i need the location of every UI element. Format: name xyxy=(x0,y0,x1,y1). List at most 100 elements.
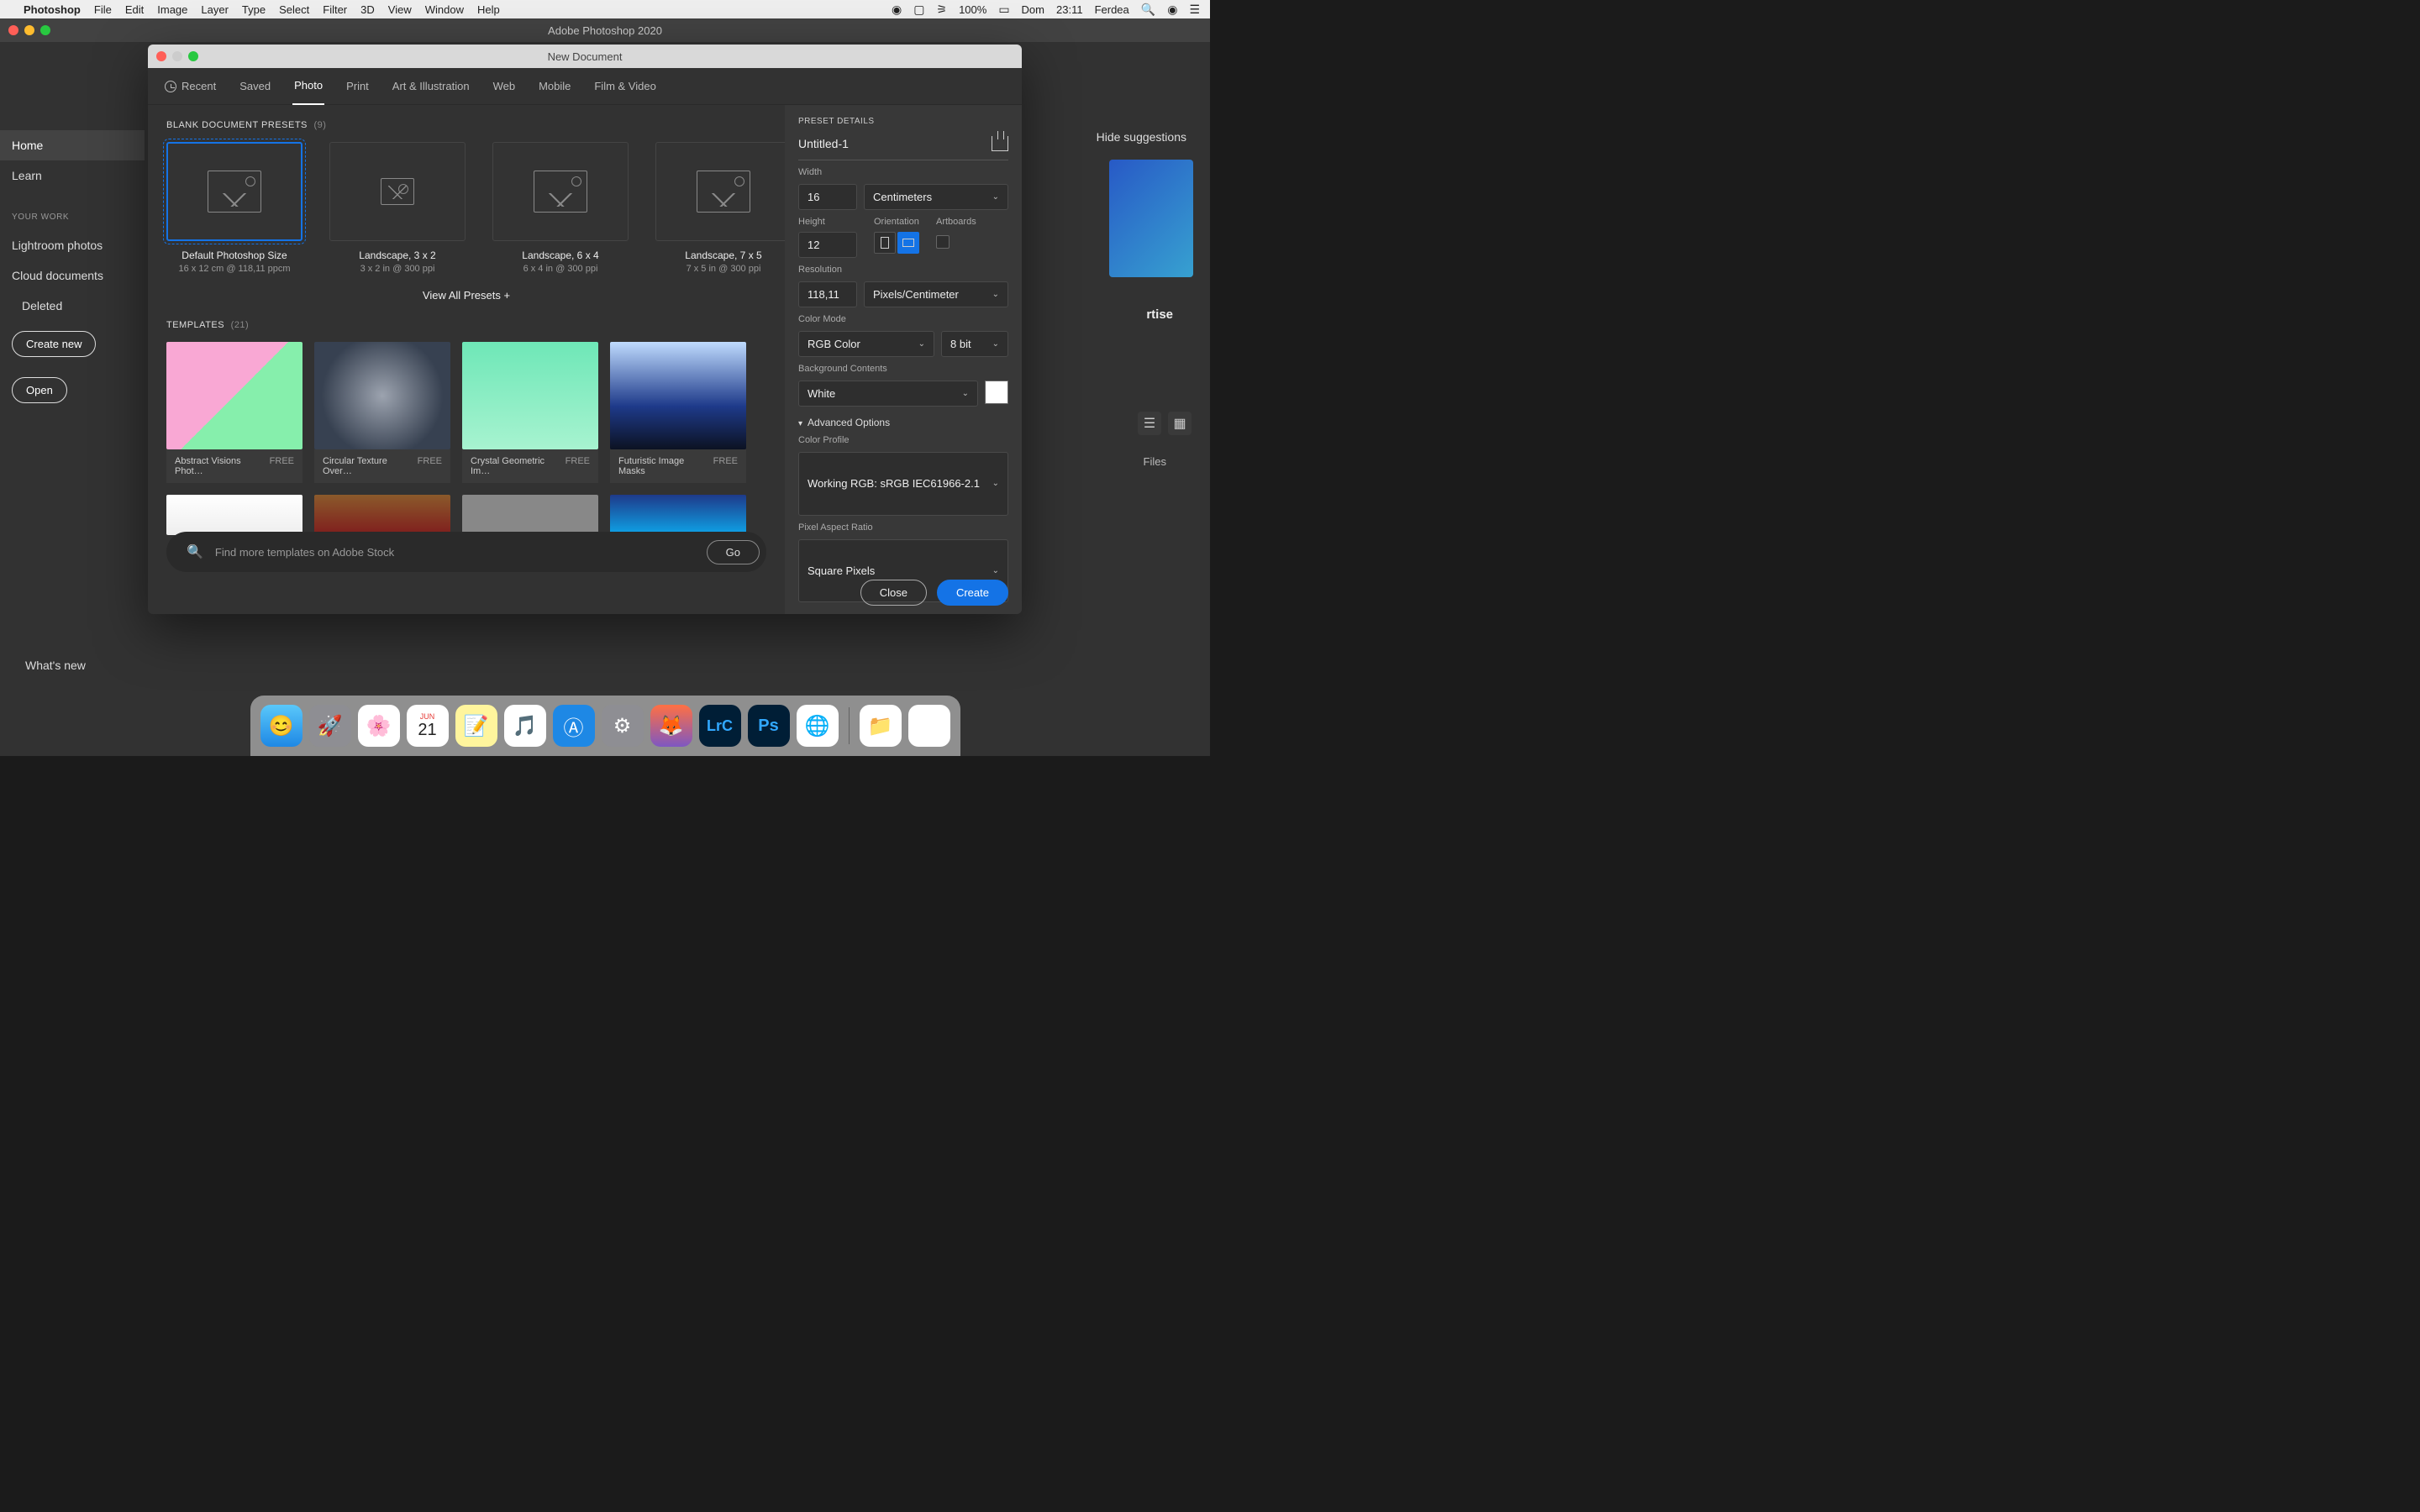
battery-icon[interactable]: ▭ xyxy=(998,3,1009,17)
list-view-icon[interactable]: ☰ xyxy=(1138,412,1161,435)
dock-trash[interactable]: 🗑 xyxy=(908,705,950,747)
tab-saved[interactable]: Saved xyxy=(238,68,272,104)
close-button[interactable]: Close xyxy=(860,580,927,606)
background-select[interactable]: White⌄ xyxy=(798,381,978,407)
tab-print[interactable]: Print xyxy=(345,68,371,104)
template-thumbnail xyxy=(462,495,598,535)
tab-photo[interactable]: Photo xyxy=(292,67,324,105)
sidebar-item-cloud[interactable]: Cloud documents xyxy=(0,260,145,291)
template-circular-texture[interactable]: Circular Texture Over…FREE xyxy=(314,342,450,483)
maximize-window-button[interactable] xyxy=(40,25,50,35)
dialog-tabs: Recent Saved Photo Print Art & Illustrat… xyxy=(148,68,1022,105)
template-row2-4[interactable] xyxy=(610,495,746,535)
dock-finder[interactable]: 😊 xyxy=(260,705,302,747)
dock-music[interactable]: 🎵 xyxy=(504,705,546,747)
view-all-presets-link[interactable]: View All Presets + xyxy=(166,289,766,302)
dock-settings[interactable]: ⚙ xyxy=(602,705,644,747)
create-new-button[interactable]: Create new xyxy=(12,331,96,357)
resolution-input[interactable]: 118,11 xyxy=(798,281,857,307)
open-button[interactable]: Open xyxy=(12,377,67,403)
advanced-options-toggle[interactable]: Advanced Options xyxy=(798,417,1008,428)
menu-layer[interactable]: Layer xyxy=(201,3,229,16)
menu-view[interactable]: View xyxy=(388,3,412,16)
bit-depth-select[interactable]: 8 bit⌄ xyxy=(941,331,1008,357)
sidebar-item-learn[interactable]: Learn xyxy=(0,160,145,191)
creative-cloud-icon[interactable]: ◉ xyxy=(892,3,902,17)
dock-separator xyxy=(849,707,850,744)
preset-landscape-6x4[interactable]: Landscape, 6 x 4 6 x 4 in @ 300 ppi xyxy=(492,142,629,274)
app-menu[interactable]: Photoshop xyxy=(24,3,81,16)
menu-image[interactable]: Image xyxy=(157,3,187,16)
preset-default-photoshop-size[interactable]: Default Photoshop Size 16 x 12 cm @ 118,… xyxy=(166,142,302,274)
sidebar-item-deleted[interactable]: Deleted xyxy=(0,291,145,321)
resolution-units-select[interactable]: Pixels/Centimeter⌄ xyxy=(864,281,1008,307)
artboards-checkbox[interactable] xyxy=(936,235,950,249)
menu-window[interactable]: Window xyxy=(425,3,464,16)
tab-art[interactable]: Art & Illustration xyxy=(391,68,471,104)
close-window-button[interactable] xyxy=(8,25,18,35)
minimize-window-button[interactable] xyxy=(24,25,34,35)
color-profile-select[interactable]: Working RGB: sRGB IEC61966-2.1⌄ xyxy=(798,452,1008,516)
color-mode-select[interactable]: RGB Color⌄ xyxy=(798,331,934,357)
siri-icon[interactable]: ◉ xyxy=(1167,3,1177,17)
go-button[interactable]: Go xyxy=(707,540,760,564)
width-input[interactable]: 16 xyxy=(798,184,857,210)
menu-type[interactable]: Type xyxy=(242,3,266,16)
background-color-swatch[interactable] xyxy=(985,381,1008,404)
dock-appstore[interactable]: Ⓐ xyxy=(553,705,595,747)
notification-center-icon[interactable]: ☰ xyxy=(1189,3,1200,17)
template-row2-2[interactable] xyxy=(314,495,450,535)
dock-chrome[interactable]: 🌐 xyxy=(797,705,839,747)
dock-folder[interactable]: 📁 xyxy=(860,705,902,747)
template-search-bar[interactable]: 🔍 Find more templates on Adobe Stock Go xyxy=(166,532,766,572)
background-label: Background Contents xyxy=(798,364,1008,374)
menu-help[interactable]: Help xyxy=(477,3,500,16)
tab-recent[interactable]: Recent xyxy=(163,68,218,104)
dialog-maximize-button[interactable] xyxy=(188,51,198,61)
template-row2-3[interactable] xyxy=(462,495,598,535)
sidebar-item-lightroom[interactable]: Lightroom photos xyxy=(0,230,145,260)
template-crystal-geometric[interactable]: Crystal Geometric Im…FREE xyxy=(462,342,598,483)
dock-calendar[interactable]: JUN21 xyxy=(407,705,449,747)
app-window-title: Adobe Photoshop 2020 xyxy=(548,24,662,37)
user-name[interactable]: Ferdea xyxy=(1095,3,1129,16)
dock-launchpad[interactable]: 🚀 xyxy=(309,705,351,747)
tab-film[interactable]: Film & Video xyxy=(592,68,657,104)
template-abstract-visions[interactable]: Abstract Visions Phot…FREE xyxy=(166,342,302,483)
spotlight-icon[interactable]: 🔍 xyxy=(1141,3,1155,17)
template-futuristic-masks[interactable]: Futuristic Image MasksFREE xyxy=(610,342,746,483)
dialog-close-button[interactable] xyxy=(156,51,166,61)
dock-photos[interactable]: 🌸 xyxy=(358,705,400,747)
orientation-portrait-button[interactable] xyxy=(874,232,896,254)
dock-lightroom-classic[interactable]: LrC xyxy=(699,705,741,747)
template-row2-1[interactable] xyxy=(166,495,302,535)
menu-file[interactable]: File xyxy=(94,3,112,16)
hide-suggestions-link[interactable]: Hide suggestions xyxy=(1097,130,1186,144)
airplay-icon[interactable]: ▢ xyxy=(913,3,924,17)
dock-notes[interactable]: 📝 xyxy=(455,705,497,747)
wifi-icon[interactable]: ⚞ xyxy=(937,3,948,17)
height-input[interactable]: 12 xyxy=(798,232,857,258)
tab-mobile[interactable]: Mobile xyxy=(537,68,572,104)
units-select[interactable]: Centimeters⌄ xyxy=(864,184,1008,210)
grid-view-icon[interactable]: ▦ xyxy=(1168,412,1192,435)
menu-edit[interactable]: Edit xyxy=(125,3,144,16)
create-button[interactable]: Create xyxy=(937,580,1008,606)
whats-new-link[interactable]: What's new xyxy=(25,659,86,672)
menu-select[interactable]: Select xyxy=(279,3,309,16)
orientation-landscape-button[interactable] xyxy=(897,232,919,254)
preset-landscape-7x5[interactable]: Landscape, 7 x 5 7 x 5 in @ 300 ppi xyxy=(655,142,785,274)
sidebar-item-home[interactable]: Home xyxy=(0,130,145,160)
disclosure-triangle-icon xyxy=(798,417,802,428)
save-preset-icon[interactable] xyxy=(992,136,1008,151)
templates-header: TEMPLATES (21) xyxy=(166,320,766,330)
tab-web[interactable]: Web xyxy=(492,68,518,104)
document-name-input[interactable]: Untitled-1 xyxy=(798,137,849,150)
dock-photoshop[interactable]: Ps xyxy=(748,705,790,747)
menu-3d[interactable]: 3D xyxy=(360,3,375,16)
dock-firefox[interactable]: 🦊 xyxy=(650,705,692,747)
menu-filter[interactable]: Filter xyxy=(323,3,347,16)
template-thumbnail xyxy=(166,342,302,449)
resolution-label: Resolution xyxy=(798,265,1008,275)
preset-landscape-3x2[interactable]: Landscape, 3 x 2 3 x 2 in @ 300 ppi xyxy=(329,142,466,274)
